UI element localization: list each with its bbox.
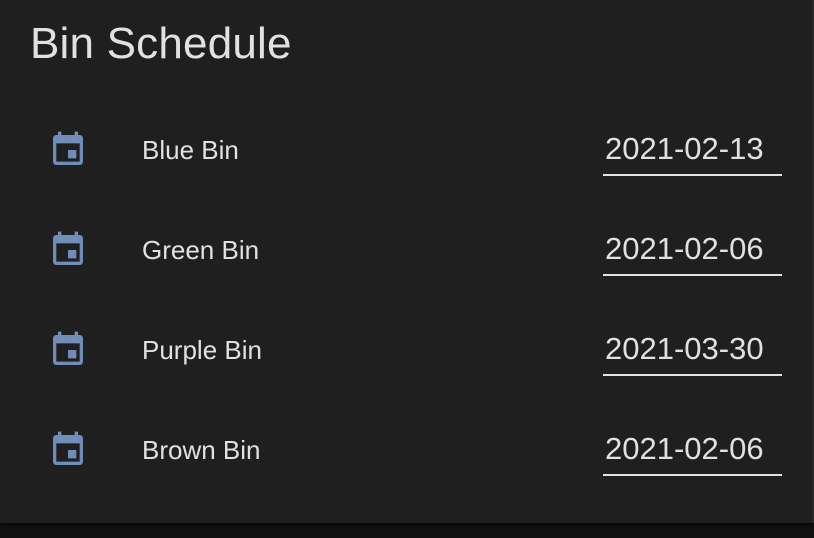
entity-row-green-bin[interactable]: Green Bin [0, 200, 812, 300]
date-input[interactable] [603, 128, 782, 170]
bin-schedule-card: Bin Schedule Blue Bin Green Bin Pur [0, 0, 814, 523]
date-field[interactable] [603, 428, 782, 476]
entity-row-blue-bin[interactable]: Blue Bin [0, 100, 812, 200]
card-title: Bin Schedule [30, 19, 292, 68]
row-label[interactable]: Green Bin [142, 234, 259, 266]
entity-row-brown-bin[interactable]: Brown Bin [0, 400, 812, 500]
date-field[interactable] [603, 228, 782, 276]
row-label[interactable]: Purple Bin [142, 334, 262, 366]
bin-list: Blue Bin Green Bin Purple Bin [0, 100, 812, 500]
date-input[interactable] [603, 328, 782, 370]
entity-row-purple-bin[interactable]: Purple Bin [0, 300, 812, 400]
date-field[interactable] [603, 328, 782, 376]
date-input[interactable] [603, 428, 782, 470]
calendar-icon [53, 331, 83, 365]
calendar-icon [53, 431, 83, 465]
calendar-icon [53, 231, 83, 265]
row-label[interactable]: Brown Bin [142, 434, 261, 466]
row-label[interactable]: Blue Bin [142, 134, 239, 166]
date-input[interactable] [603, 228, 782, 270]
calendar-icon [53, 131, 83, 165]
date-field[interactable] [603, 128, 782, 176]
